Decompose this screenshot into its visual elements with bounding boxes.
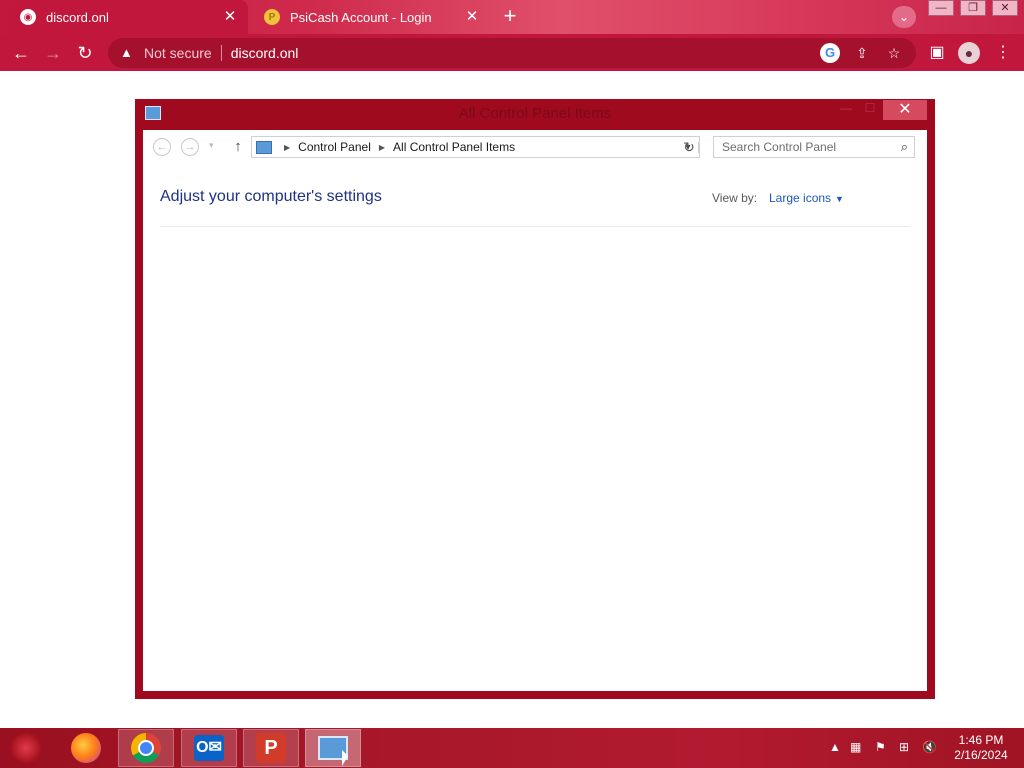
caret-down-icon[interactable]: ▼ bbox=[835, 194, 844, 204]
speaker-muted-icon[interactable]: 🔇 bbox=[922, 740, 937, 754]
taskbar-control-panel[interactable] bbox=[305, 729, 361, 767]
search-input[interactable]: Search Control Panel ⌕ bbox=[713, 136, 915, 158]
search-placeholder: Search Control Panel bbox=[722, 140, 837, 154]
view-by-label: View by: bbox=[712, 191, 758, 205]
taskbar-psiphon[interactable]: P bbox=[243, 729, 299, 767]
forward-arrow-icon[interactable]: → bbox=[181, 138, 199, 156]
breadcrumb-control-panel[interactable]: Control Panel bbox=[298, 140, 371, 154]
breadcrumb-all-items[interactable]: All Control Panel Items bbox=[393, 140, 515, 154]
network-monitor-icon[interactable]: ▦ bbox=[850, 740, 861, 754]
psicash-icon: P bbox=[264, 9, 280, 25]
page-title: Adjust your computer's settings bbox=[160, 188, 382, 205]
taskbar-firefox[interactable] bbox=[58, 729, 114, 767]
tab-psicash[interactable]: P PsiCash Account - Login ✕ bbox=[252, 0, 490, 34]
start-orb-icon[interactable] bbox=[10, 732, 42, 764]
divider bbox=[160, 226, 910, 227]
back-arrow-icon[interactable]: ← bbox=[153, 138, 171, 156]
address-breadcrumb[interactable]: ▶ Control Panel ▶ All Control Panel Item… bbox=[251, 136, 700, 158]
security-label[interactable]: Not secure bbox=[144, 45, 212, 61]
maximize-button[interactable]: ☐ bbox=[859, 101, 881, 119]
refresh-icon[interactable]: ↻ bbox=[678, 136, 700, 158]
google-lens-icon[interactable]: G bbox=[820, 43, 840, 63]
globe-icon: ◉ bbox=[20, 9, 36, 25]
tab-search-chevron-icon[interactable]: ⌄ bbox=[892, 6, 916, 28]
reload-icon[interactable]: ↻ bbox=[72, 40, 98, 66]
network-icon[interactable]: ⊞ bbox=[899, 740, 909, 754]
minimize-button[interactable]: — bbox=[835, 101, 857, 119]
window-content: ← → ▾ ↑ ▶ Control Panel ▶ All Control Pa… bbox=[143, 130, 927, 691]
breadcrumb-arrow-icon[interactable]: ▶ bbox=[379, 143, 385, 152]
side-panel-icon[interactable]: ▣ bbox=[924, 40, 950, 66]
mouse-cursor-icon bbox=[342, 750, 348, 766]
chrome-icon bbox=[131, 733, 161, 763]
control-panel-icon bbox=[256, 140, 272, 154]
view-by-dropdown[interactable]: Large icons ▼ bbox=[769, 191, 844, 205]
minimize-button[interactable]: — bbox=[928, 0, 954, 16]
bookmark-star-icon[interactable]: ☆ bbox=[884, 43, 904, 63]
browser-window-controls: — ❐ ✕ bbox=[928, 0, 1024, 18]
taskbar: O✉ P ▲ ▦ ⚑ ⊞ 🔇 1:46 PM 2/16/2024 bbox=[0, 728, 1024, 768]
psiphon-icon: P bbox=[256, 733, 286, 763]
close-tab-icon[interactable]: ✕ bbox=[464, 9, 480, 25]
view-by-value[interactable]: Large icons bbox=[769, 191, 831, 205]
divider bbox=[220, 45, 222, 61]
window-title: All Control Panel Items bbox=[458, 105, 612, 122]
clock-time: 1:46 PM bbox=[958, 733, 1004, 747]
url-text[interactable]: discord.onl bbox=[231, 45, 820, 61]
new-tab-button[interactable]: + bbox=[498, 5, 522, 29]
restore-button[interactable]: ❐ bbox=[960, 0, 986, 16]
close-tab-icon[interactable]: ✕ bbox=[222, 9, 238, 25]
profile-avatar-icon[interactable]: ● bbox=[958, 42, 980, 64]
forward-arrow-icon[interactable]: → bbox=[40, 40, 66, 66]
clock-date: 2/16/2024 bbox=[954, 748, 1008, 762]
firefox-icon bbox=[71, 733, 101, 763]
menu-kebab-icon[interactable]: ⋮ bbox=[990, 40, 1016, 66]
share-icon[interactable]: ⇪ bbox=[852, 43, 872, 63]
address-bar[interactable]: ▲ Not secure discord.onl G ⇪ ☆ bbox=[108, 38, 916, 68]
outlook-icon: O✉ bbox=[194, 735, 224, 761]
search-icon[interactable]: ⌕ bbox=[901, 137, 908, 157]
breadcrumb-arrow-icon[interactable]: ▶ bbox=[284, 143, 290, 152]
control-panel-window: All Control Panel Items — ☐ ✕ ← → ▾ ↑ ▶ … bbox=[135, 99, 935, 699]
taskbar-chrome[interactable] bbox=[118, 729, 174, 767]
close-window-button[interactable]: ✕ bbox=[992, 0, 1018, 16]
tab-discord[interactable]: ◉ discord.onl ✕ bbox=[8, 0, 248, 34]
show-hidden-icons-chevron-icon[interactable]: ▲ bbox=[829, 740, 841, 754]
browser-tab-strip: ◉ discord.onl ✕ P PsiCash Account - Logi… bbox=[0, 0, 1024, 34]
recent-locations-chevron-icon[interactable]: ▾ bbox=[209, 140, 214, 151]
taskbar-outlook[interactable]: O✉ bbox=[181, 729, 237, 767]
warning-triangle-icon[interactable]: ▲ bbox=[120, 45, 136, 61]
navigation-bar: ← → ▾ ↑ ▶ Control Panel ▶ All Control Pa… bbox=[143, 130, 927, 164]
close-button[interactable]: ✕ bbox=[883, 100, 927, 120]
tab-title: PsiCash Account - Login bbox=[290, 9, 432, 25]
flag-icon[interactable]: ⚑ bbox=[875, 740, 886, 754]
back-arrow-icon[interactable]: ← bbox=[8, 40, 34, 66]
clock[interactable]: 1:46 PM 2/16/2024 bbox=[948, 733, 1014, 763]
up-arrow-icon[interactable]: ↑ bbox=[231, 137, 245, 157]
browser-toolbar: ← → ↻ ▲ Not secure discord.onl G ⇪ ☆ ▣ ●… bbox=[0, 34, 1024, 71]
tab-title: discord.onl bbox=[46, 9, 109, 25]
